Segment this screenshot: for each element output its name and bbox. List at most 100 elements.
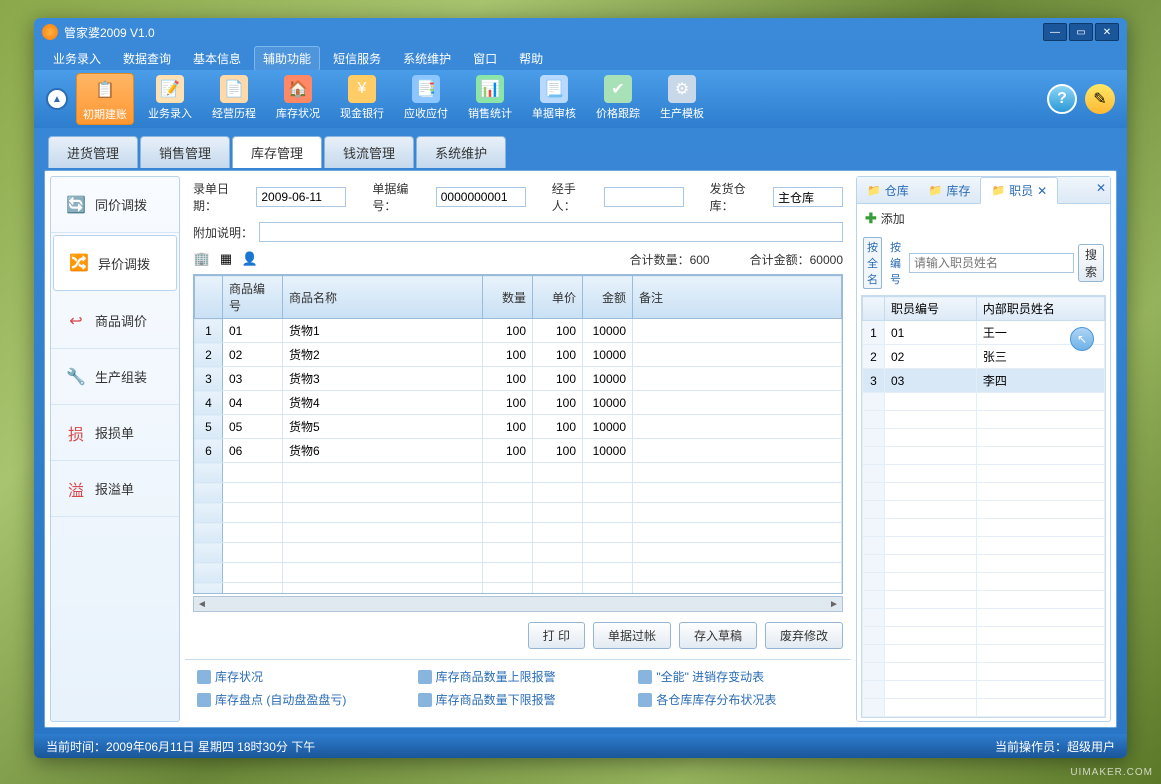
table-row[interactable] <box>195 483 842 503</box>
collapse-toolbar-button[interactable]: ▲ <box>46 88 68 110</box>
quick-link-5[interactable]: 各仓库库存分布状况表 <box>638 691 839 708</box>
panel-tab-1[interactable]: 📁库存 <box>919 177 981 203</box>
print-button[interactable]: 打 印 <box>528 622 585 649</box>
table-row[interactable] <box>195 503 842 523</box>
toolbar-btn-0[interactable]: 📋初期建账 <box>76 73 134 125</box>
list-item[interactable] <box>863 681 1105 699</box>
table-row[interactable]: 404货物410010010000 <box>195 391 842 415</box>
scroll-left-icon[interactable]: ◄ <box>194 599 210 610</box>
doc-no-input[interactable] <box>436 187 526 207</box>
menu-item-6[interactable]: 窗口 <box>464 46 506 71</box>
nav-tab-1[interactable]: 销售管理 <box>140 136 230 168</box>
quick-link-3[interactable]: 库存盘点 (自动盘盈盘亏) <box>197 691 398 708</box>
list-item[interactable] <box>863 627 1105 645</box>
scroll-right-icon[interactable]: ► <box>826 599 842 610</box>
list-item[interactable] <box>863 663 1105 681</box>
table-row[interactable] <box>195 543 842 563</box>
horizontal-scrollbar[interactable]: ◄ ► <box>193 596 843 612</box>
toolbar-btn-6[interactable]: 📊销售统计 <box>462 73 518 125</box>
search-input[interactable] <box>909 253 1074 273</box>
table-row[interactable] <box>195 563 842 583</box>
menu-item-2[interactable]: 基本信息 <box>184 46 250 71</box>
search-button[interactable]: 搜索 <box>1078 244 1104 282</box>
nav-tab-0[interactable]: 进货管理 <box>48 136 138 168</box>
minimize-button[interactable]: — <box>1043 23 1067 41</box>
toolbar-btn-5[interactable]: 📑应收应付 <box>398 73 454 125</box>
quick-link-1[interactable]: 库存商品数量上限报警 <box>418 668 619 685</box>
list-item[interactable] <box>863 501 1105 519</box>
close-button[interactable]: ✕ <box>1095 23 1119 41</box>
nav-tab-2[interactable]: 库存管理 <box>232 136 322 168</box>
menu-item-1[interactable]: 数据查询 <box>114 46 180 71</box>
discard-button[interactable]: 废弃修改 <box>765 622 843 649</box>
float-arrow-icon[interactable]: ↖ <box>1070 327 1094 351</box>
toolbar-btn-1[interactable]: 📝业务录入 <box>142 73 198 125</box>
grid-icon[interactable]: 🏢 <box>193 250 211 268</box>
toolbar-btn-9[interactable]: ⚙生产模板 <box>654 73 710 125</box>
list-item[interactable] <box>863 429 1105 447</box>
maximize-button[interactable]: ▭ <box>1069 23 1093 41</box>
toolbar-btn-3[interactable]: 🏠库存状况 <box>270 73 326 125</box>
list-item[interactable] <box>863 645 1105 663</box>
table-row[interactable]: 101货物110010010000 <box>195 319 842 343</box>
panel-tab-2[interactable]: 📁职员 ✕ <box>980 177 1058 204</box>
toolbar-btn-8[interactable]: ✔价格跟踪 <box>590 73 646 125</box>
goods-grid[interactable]: 商品编号商品名称数量单价金额备注101货物110010010000202货物21… <box>193 274 843 594</box>
list-item[interactable] <box>863 555 1105 573</box>
list-item[interactable] <box>863 411 1105 429</box>
panel-close-icon[interactable]: ✕ <box>1096 181 1106 195</box>
post-button[interactable]: 单据过帐 <box>593 622 671 649</box>
list-item[interactable] <box>863 699 1105 717</box>
menu-item-4[interactable]: 短信服务 <box>324 46 390 71</box>
search-by-code[interactable]: 按编号 <box>886 237 905 289</box>
handler-input[interactable] <box>604 187 684 207</box>
staff-grid[interactable]: 职员编号内部职员姓名101王一202张三303李四 <box>861 295 1106 718</box>
sidebar-item-0[interactable]: 🔄同价调拨 <box>51 177 179 233</box>
list-item[interactable] <box>863 465 1105 483</box>
quick-link-2[interactable]: "全能" 进销存变动表 <box>638 668 839 685</box>
nav-tab-4[interactable]: 系统维护 <box>416 136 506 168</box>
person-icon[interactable]: 👤 <box>241 250 259 268</box>
table-row[interactable] <box>195 463 842 483</box>
toolbar-btn-4[interactable]: ¥现金银行 <box>334 73 390 125</box>
table-row[interactable] <box>195 523 842 543</box>
quick-link-0[interactable]: 库存状况 <box>197 668 398 685</box>
save-draft-button[interactable]: 存入草稿 <box>679 622 757 649</box>
sidebar-item-2[interactable]: ↩商品调价 <box>51 293 179 349</box>
help-icon[interactable]: ? <box>1047 84 1077 114</box>
table-row[interactable]: 606货物610010010000 <box>195 439 842 463</box>
warehouse-input[interactable] <box>773 187 843 207</box>
list-item[interactable]: 101王一 <box>863 321 1105 345</box>
menu-item-7[interactable]: 帮助 <box>510 46 552 71</box>
menu-item-3[interactable]: 辅助功能 <box>254 46 320 71</box>
list-item[interactable] <box>863 609 1105 627</box>
list-item[interactable]: 303李四 <box>863 369 1105 393</box>
table-row[interactable]: 505货物510010010000 <box>195 415 842 439</box>
list-item[interactable] <box>863 519 1105 537</box>
panel-tab-0[interactable]: 📁仓库 <box>857 177 919 203</box>
tab-close-icon[interactable]: ✕ <box>1037 184 1047 198</box>
sidebar-item-4[interactable]: 损报损单 <box>51 405 179 461</box>
menu-item-0[interactable]: 业务录入 <box>44 46 110 71</box>
toolbar-btn-7[interactable]: 📃单据审核 <box>526 73 582 125</box>
sidebar-item-3[interactable]: 🔧生产组装 <box>51 349 179 405</box>
list-item[interactable] <box>863 537 1105 555</box>
list-item[interactable] <box>863 573 1105 591</box>
list-item[interactable] <box>863 483 1105 501</box>
list-icon[interactable]: ▦ <box>217 250 235 268</box>
nav-tab-3[interactable]: 钱流管理 <box>324 136 414 168</box>
menu-item-5[interactable]: 系统维护 <box>394 46 460 71</box>
table-row[interactable]: 303货物310010010000 <box>195 367 842 391</box>
list-item[interactable] <box>863 393 1105 411</box>
list-item[interactable]: 202张三 <box>863 345 1105 369</box>
sidebar-item-1[interactable]: 🔀异价调拨 <box>53 235 177 291</box>
sidebar-item-5[interactable]: 溢报溢单 <box>51 461 179 517</box>
customize-icon[interactable]: ✎ <box>1085 84 1115 114</box>
list-item[interactable] <box>863 447 1105 465</box>
quick-link-4[interactable]: 库存商品数量下限报警 <box>418 691 619 708</box>
table-row[interactable]: 202货物210010010000 <box>195 343 842 367</box>
table-row[interactable] <box>195 583 842 595</box>
search-by-name[interactable]: 按全名 <box>863 237 882 289</box>
toolbar-btn-2[interactable]: 📄经营历程 <box>206 73 262 125</box>
list-item[interactable] <box>863 591 1105 609</box>
